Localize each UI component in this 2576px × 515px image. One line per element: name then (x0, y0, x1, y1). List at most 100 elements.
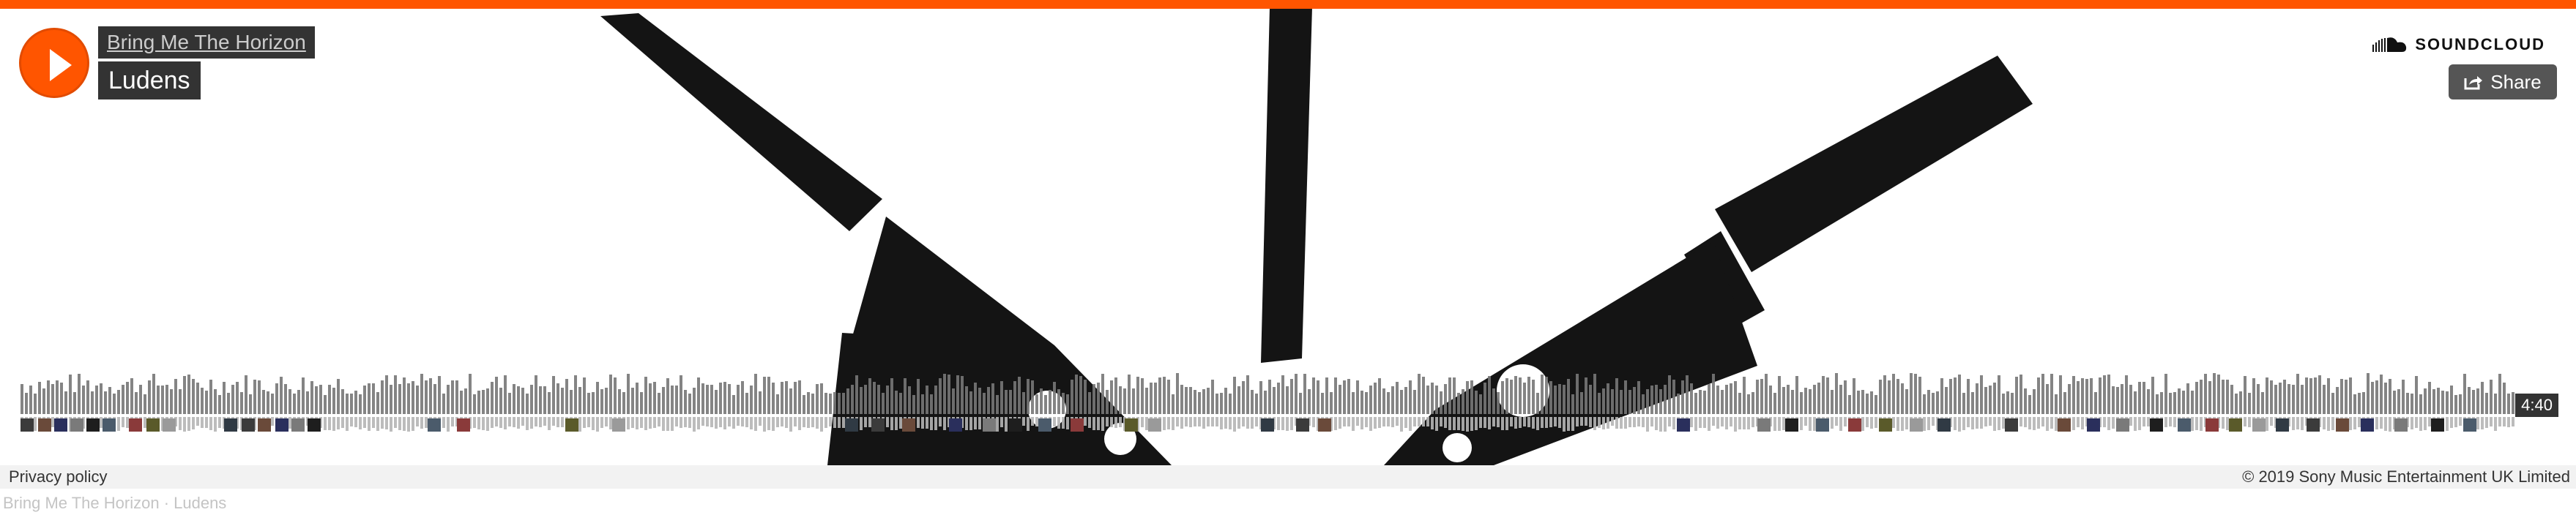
waveform-bar (1585, 377, 1587, 414)
waveform-bar (495, 377, 498, 414)
waveform-bar (899, 393, 902, 414)
track-title[interactable]: Ludens (98, 61, 201, 99)
comment-avatar[interactable] (1677, 418, 1690, 432)
waveform-bar (952, 388, 955, 414)
comment-avatar[interactable] (258, 418, 271, 432)
comment-avatar[interactable] (2229, 418, 2242, 432)
waveform-bar (2191, 391, 2194, 414)
waveform-bar (2384, 383, 2387, 414)
comment-avatar[interactable] (1757, 418, 1771, 432)
comment-avatar[interactable] (2276, 418, 2289, 432)
comment-avatar[interactable] (2463, 418, 2476, 432)
waveform-bar (710, 385, 713, 414)
comment-avatar[interactable] (308, 418, 321, 432)
artist-link[interactable]: Bring Me The Horizon (98, 26, 315, 59)
comment-avatar[interactable] (2336, 418, 2349, 432)
waveform-bar (1826, 377, 1829, 414)
comment-avatar[interactable] (983, 418, 996, 432)
waveform-bar (829, 394, 832, 414)
comment-avatar[interactable] (146, 418, 160, 432)
comment-avatar[interactable] (457, 418, 470, 432)
waveform-bar (1734, 381, 1737, 414)
comment-avatar[interactable] (902, 418, 915, 432)
comment-avatar[interactable] (103, 418, 116, 432)
comment-avatar[interactable] (275, 418, 289, 432)
waveform[interactable] (0, 0, 2576, 465)
waveform-bar (974, 383, 977, 414)
comment-avatar[interactable] (2116, 418, 2129, 432)
comment-avatar[interactable] (291, 418, 305, 432)
waveform-bar (1598, 393, 1601, 414)
waveform-bar (78, 374, 81, 414)
comment-avatar[interactable] (871, 418, 885, 432)
comment-avatar[interactable] (612, 418, 625, 432)
comment-avatar[interactable] (86, 418, 100, 432)
comment-avatar[interactable] (21, 418, 34, 432)
share-icon (2464, 76, 2483, 90)
comment-avatar[interactable] (2205, 418, 2219, 432)
waveform-bar (991, 383, 994, 414)
waveform-bar (2156, 394, 2159, 414)
waveform-bar (451, 380, 454, 414)
waveform-bar (1488, 376, 1491, 414)
comment-avatar[interactable] (428, 418, 441, 432)
comment-avatar[interactable] (2178, 418, 2191, 432)
comment-avatar[interactable] (2150, 418, 2163, 432)
comment-avatar[interactable] (1125, 418, 1138, 432)
comment-avatar[interactable] (1071, 418, 1084, 432)
comment-avatar[interactable] (242, 418, 255, 432)
comment-avatar[interactable] (1148, 418, 1161, 432)
comment-avatar[interactable] (1296, 418, 1309, 432)
play-button[interactable] (19, 28, 89, 98)
comment-avatar[interactable] (163, 418, 176, 432)
waveform-bar (38, 382, 41, 414)
waveform-bar (1602, 388, 1605, 414)
waveform-bar (56, 380, 59, 414)
comment-avatar[interactable] (2252, 418, 2266, 432)
comment-avatar[interactable] (2431, 418, 2444, 432)
comment-avatar[interactable] (1038, 418, 1051, 432)
comment-avatar[interactable] (1937, 418, 1951, 432)
comment-avatar[interactable] (224, 418, 237, 432)
comment-avatar[interactable] (1910, 418, 1923, 432)
comment-avatar[interactable] (1879, 418, 1892, 432)
comment-avatar[interactable] (70, 418, 83, 432)
comment-avatar[interactable] (1848, 418, 1861, 432)
comment-avatar[interactable] (2361, 418, 2374, 432)
comment-avatar[interactable] (2307, 418, 2320, 432)
waveform-bar (649, 383, 652, 414)
comment-avatar[interactable] (565, 418, 578, 432)
waveform-bar (917, 379, 920, 414)
waveform-bar (2349, 377, 2352, 414)
waveform-bar (1677, 394, 1680, 414)
comment-avatar[interactable] (2005, 418, 2018, 432)
waveform-bar (1980, 375, 1983, 414)
comment-avatar[interactable] (54, 418, 67, 432)
soundcloud-logo[interactable]: SOUNDCLOUD (2372, 34, 2545, 56)
comment-avatar[interactable] (38, 418, 51, 432)
comment-avatar[interactable] (845, 418, 858, 432)
comment-avatar[interactable] (1261, 418, 1274, 432)
comment-avatar[interactable] (2087, 418, 2100, 432)
waveform-bar (1831, 390, 1834, 414)
waveform-bar (622, 392, 625, 414)
comment-avatar[interactable] (1816, 418, 1829, 432)
share-button[interactable]: Share (2449, 64, 2557, 99)
comment-avatar[interactable] (1318, 418, 1331, 432)
comment-avatar[interactable] (1785, 418, 1798, 432)
waveform-bar (1984, 387, 1987, 414)
comment-avatar[interactable] (949, 418, 962, 432)
waveform-bar (1514, 376, 1517, 414)
comment-avatar[interactable] (2058, 418, 2071, 432)
waveform-bar (319, 385, 322, 414)
waveform-bar (469, 374, 472, 414)
waveform-bar (1281, 375, 1284, 414)
waveform-bar (1492, 388, 1495, 414)
waveform-bar (1505, 378, 1508, 414)
privacy-policy-link[interactable]: Privacy policy (9, 465, 107, 489)
comment-avatar[interactable] (1009, 418, 1022, 432)
waveform-bar (2367, 373, 2370, 414)
comment-avatar[interactable] (2394, 418, 2408, 432)
waveform-bar (811, 394, 814, 414)
comment-avatar[interactable] (129, 418, 142, 432)
